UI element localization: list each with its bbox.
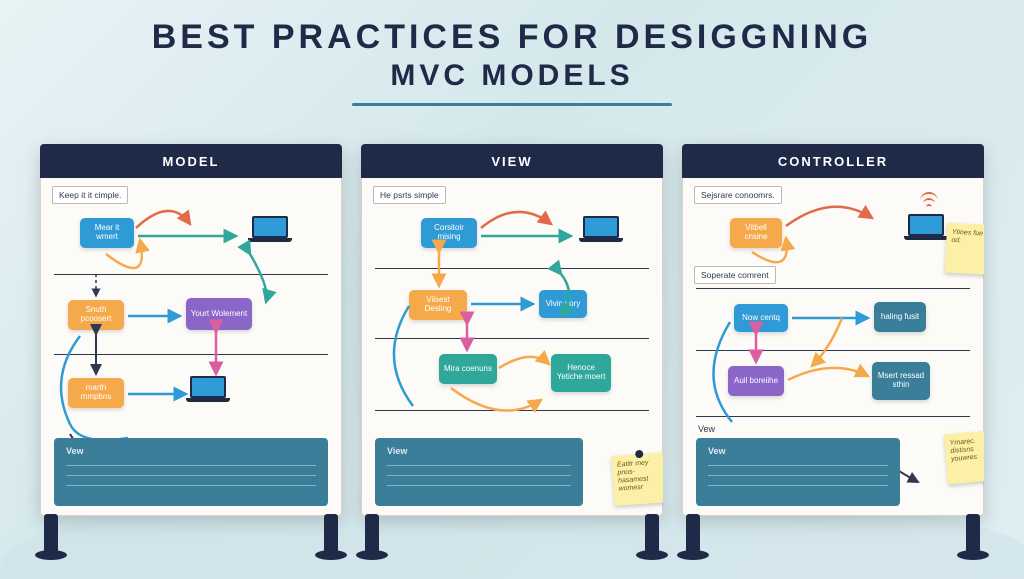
sticky-text: Ymarec. distisns youwres	[949, 438, 977, 463]
board-header-model: MODEL	[40, 144, 342, 178]
board-leg	[324, 514, 338, 556]
board-body-controller: Sejsrare conoomrs. Vitbell cnsine Sopera…	[682, 178, 984, 516]
tag-separate-concerns: Sejsrare conoomrs.	[694, 186, 782, 204]
chip-model-mid-left: Snuth pcoosert	[68, 300, 124, 330]
sticky-note-bottom: Ymarec. distisns youwres	[944, 430, 984, 485]
chip-model-top: Mear it wmert	[80, 218, 134, 248]
divider	[54, 274, 328, 275]
view-panel-label: Vew	[708, 446, 888, 456]
laptop-icon	[908, 214, 944, 238]
view-panel-view: View	[375, 438, 583, 506]
chip-ctrl-top: Vitbell cnsine	[730, 218, 782, 248]
board-body-view: He psrts simple Corsitoir mising Vilsest…	[361, 178, 663, 516]
chip-view-top: Corsitoir mising	[421, 218, 477, 248]
chip-ctrl-mid-left: Now centq	[734, 304, 788, 332]
divider	[375, 338, 649, 339]
view-label-ctrl: Vew	[698, 424, 715, 434]
chip-ctrl-low-right: Msert ressad sthin	[872, 362, 930, 400]
divider	[696, 350, 970, 351]
view-panel-label: View	[387, 446, 571, 456]
board-leg	[686, 514, 700, 556]
boards-row: MODEL Keep it it cimple. Mear it wmert S…	[40, 144, 984, 561]
laptop-icon	[583, 216, 619, 240]
board-header-view: VIEW	[361, 144, 663, 178]
sticky-text: Ytines fue off-od.	[951, 229, 984, 245]
board-model: MODEL Keep it it cimple. Mear it wmert S…	[40, 144, 342, 561]
tag-keep-simple: Keep it it cimple.	[52, 186, 128, 204]
pin-icon	[635, 450, 644, 459]
divider	[375, 410, 649, 411]
board-leg	[365, 514, 379, 556]
chip-model-bottom: marth mmpbns	[68, 378, 124, 408]
chip-model-mid-right: Yourt Wolement	[186, 298, 252, 330]
board-controller: CONTROLLER Sejsrare conoomrs. Vitbell cn…	[682, 144, 984, 561]
board-leg	[966, 514, 980, 556]
divider	[696, 416, 970, 417]
divider	[54, 354, 328, 355]
page-title-line2: MVC MODELS	[0, 59, 1024, 93]
tag-separate-content: Soperate comrent	[694, 266, 776, 284]
view-panel-label: Vew	[66, 446, 316, 456]
chip-view-low-right: Henoce Yetiche moert	[551, 354, 611, 392]
sticky-note-top: Ytines fue off-od.	[945, 223, 984, 276]
chip-ctrl-mid-right: haling fusit	[874, 302, 926, 332]
title-underline	[352, 103, 672, 106]
tag-parts-simple: He psrts simple	[373, 186, 446, 204]
chip-ctrl-low-left: Auil boreiihe	[728, 366, 784, 396]
title-block: BEST PRACTICES FOR DESIGGNING MVC MODELS	[0, 0, 1024, 106]
board-leg	[645, 514, 659, 556]
chip-view-low-left: Mira coenuns	[439, 354, 497, 384]
wifi-icon	[920, 196, 938, 210]
chip-view-mid-right: Vivin vory	[539, 290, 587, 318]
view-panel-model: Vew	[54, 438, 328, 506]
sticky-text: Eatitr mey pnos- hasamest womesr	[617, 459, 649, 492]
page-title-line1: BEST PRACTICES FOR DESIGGNING	[0, 18, 1024, 57]
laptop-icon	[190, 376, 226, 400]
divider	[696, 288, 970, 289]
divider	[375, 268, 649, 269]
board-view: VIEW He psrts simple Corsitoir mising Vi…	[361, 144, 663, 561]
board-body-model: Keep it it cimple. Mear it wmert Snuth p…	[40, 178, 342, 516]
view-panel-controller: Vew	[696, 438, 900, 506]
chip-view-mid-left: Vilsest Desling	[409, 290, 467, 320]
sticky-note-view: Eatitr mey pnos- hasamest womesr	[611, 452, 663, 506]
board-leg	[44, 514, 58, 556]
board-header-controller: CONTROLLER	[682, 144, 984, 178]
laptop-icon	[252, 216, 288, 240]
